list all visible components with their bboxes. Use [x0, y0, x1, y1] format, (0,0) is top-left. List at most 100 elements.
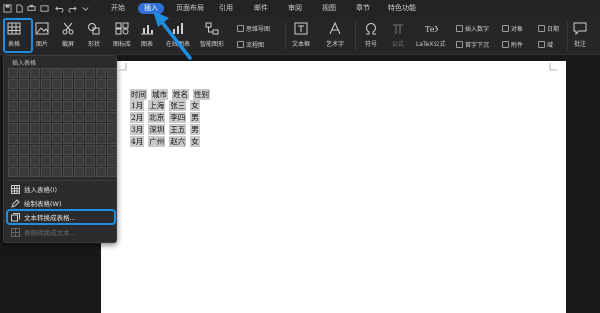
table-size-grid[interactable] — [8, 68, 117, 177]
table-size-cell[interactable] — [8, 156, 18, 166]
table-size-cell[interactable] — [96, 145, 106, 155]
table-size-cell[interactable] — [96, 68, 106, 78]
table-size-cell[interactable] — [19, 167, 29, 177]
chart-button[interactable]: 图表 — [139, 21, 155, 48]
formula-button[interactable]: 公式 — [390, 21, 406, 48]
field-button[interactable]: 域 — [538, 40, 553, 49]
tab-references[interactable]: 引用 — [215, 3, 237, 14]
document-line[interactable]: 4月 广州 赵六 女 — [130, 136, 200, 147]
table-size-cell[interactable] — [85, 123, 95, 133]
table-size-cell[interactable] — [107, 167, 117, 177]
table-size-cell[interactable] — [74, 90, 84, 100]
online-chart-button[interactable]: 在线图表 — [166, 21, 190, 48]
table-size-cell[interactable] — [107, 90, 117, 100]
table-size-cell[interactable] — [74, 79, 84, 89]
table-size-cell[interactable] — [85, 68, 95, 78]
table-size-cell[interactable] — [96, 101, 106, 111]
table-size-cell[interactable] — [41, 112, 51, 122]
redo-icon[interactable] — [68, 4, 77, 13]
table-size-cell[interactable] — [8, 68, 18, 78]
table-size-cell[interactable] — [30, 112, 40, 122]
picture-button[interactable]: 图片 — [34, 21, 50, 48]
insert-number-button[interactable]: 插入数字 — [456, 24, 489, 33]
table-size-cell[interactable] — [63, 167, 73, 177]
table-size-cell[interactable] — [41, 134, 51, 144]
draw-table-item[interactable]: 绘制表格(W) — [8, 197, 114, 209]
table-size-cell[interactable] — [96, 123, 106, 133]
document-line[interactable]: 2月 北京 李四 男 — [130, 112, 200, 123]
file-icon[interactable] — [15, 4, 24, 13]
table-size-cell[interactable] — [107, 79, 117, 89]
more-icon[interactable] — [81, 4, 90, 13]
table-size-cell[interactable] — [74, 145, 84, 155]
table-size-cell[interactable] — [41, 90, 51, 100]
table-size-cell[interactable] — [41, 145, 51, 155]
tab-insert[interactable]: 插入 — [138, 3, 164, 14]
table-size-cell[interactable] — [30, 101, 40, 111]
table-size-cell[interactable] — [85, 134, 95, 144]
save-icon[interactable] — [3, 4, 12, 13]
table-size-cell[interactable] — [30, 134, 40, 144]
table-size-cell[interactable] — [52, 123, 62, 133]
table-size-cell[interactable] — [8, 123, 18, 133]
table-size-cell[interactable] — [107, 156, 117, 166]
table-size-cell[interactable] — [85, 90, 95, 100]
table-size-cell[interactable] — [85, 79, 95, 89]
table-size-cell[interactable] — [96, 134, 106, 144]
table-size-cell[interactable] — [107, 101, 117, 111]
drop-cap-button[interactable]: 首字下沉 — [456, 40, 489, 49]
table-size-cell[interactable] — [52, 156, 62, 166]
table-size-cell[interactable] — [52, 167, 62, 177]
table-size-cell[interactable] — [74, 68, 84, 78]
tab-mailings[interactable]: 邮件 — [250, 3, 272, 14]
mind-map-button[interactable]: 思维导图 — [237, 24, 270, 33]
table-size-cell[interactable] — [30, 156, 40, 166]
table-size-cell[interactable] — [41, 101, 51, 111]
table-size-cell[interactable] — [63, 79, 73, 89]
table-size-cell[interactable] — [19, 134, 29, 144]
table-size-cell[interactable] — [74, 123, 84, 133]
table-size-cell[interactable] — [41, 68, 51, 78]
table-size-cell[interactable] — [8, 101, 18, 111]
table-size-cell[interactable] — [52, 101, 62, 111]
table-size-cell[interactable] — [19, 123, 29, 133]
table-size-cell[interactable] — [74, 112, 84, 122]
table-size-cell[interactable] — [52, 145, 62, 155]
table-size-cell[interactable] — [107, 134, 117, 144]
table-size-cell[interactable] — [63, 123, 73, 133]
table-size-cell[interactable] — [30, 79, 40, 89]
table-size-cell[interactable] — [52, 68, 62, 78]
date-button[interactable]: 日期 — [538, 24, 559, 33]
table-size-cell[interactable] — [19, 112, 29, 122]
document-line[interactable]: 时间 城市 姓名 性别 — [130, 89, 210, 100]
table-size-cell[interactable] — [41, 167, 51, 177]
table-size-cell[interactable] — [96, 79, 106, 89]
table-size-cell[interactable] — [107, 68, 117, 78]
flowchart-button[interactable]: 流程图 — [237, 40, 264, 49]
table-size-cell[interactable] — [30, 123, 40, 133]
table-size-cell[interactable] — [74, 134, 84, 144]
table-size-cell[interactable] — [63, 90, 73, 100]
shapes-button[interactable]: 形状 — [86, 21, 102, 48]
document-line[interactable]: 3月 深圳 王五 男 — [130, 124, 200, 135]
table-size-cell[interactable] — [30, 167, 40, 177]
table-size-cell[interactable] — [85, 112, 95, 122]
table-size-cell[interactable] — [107, 123, 117, 133]
table-size-cell[interactable] — [107, 145, 117, 155]
tab-review[interactable]: 审阅 — [284, 3, 306, 14]
table-size-cell[interactable] — [96, 156, 106, 166]
table-size-cell[interactable] — [107, 112, 117, 122]
table-size-cell[interactable] — [41, 156, 51, 166]
wordart-button[interactable]: 艺术字 — [326, 21, 344, 48]
table-size-cell[interactable] — [85, 145, 95, 155]
table-size-cell[interactable] — [96, 112, 106, 122]
table-size-cell[interactable] — [63, 112, 73, 122]
tab-chapter[interactable]: 章节 — [352, 3, 374, 14]
table-size-cell[interactable] — [8, 167, 18, 177]
table-size-cell[interactable] — [30, 68, 40, 78]
table-size-cell[interactable] — [19, 145, 29, 155]
table-size-cell[interactable] — [85, 101, 95, 111]
table-size-cell[interactable] — [52, 79, 62, 89]
tab-page-layout[interactable]: 页面布局 — [172, 3, 208, 14]
table-size-cell[interactable] — [85, 156, 95, 166]
